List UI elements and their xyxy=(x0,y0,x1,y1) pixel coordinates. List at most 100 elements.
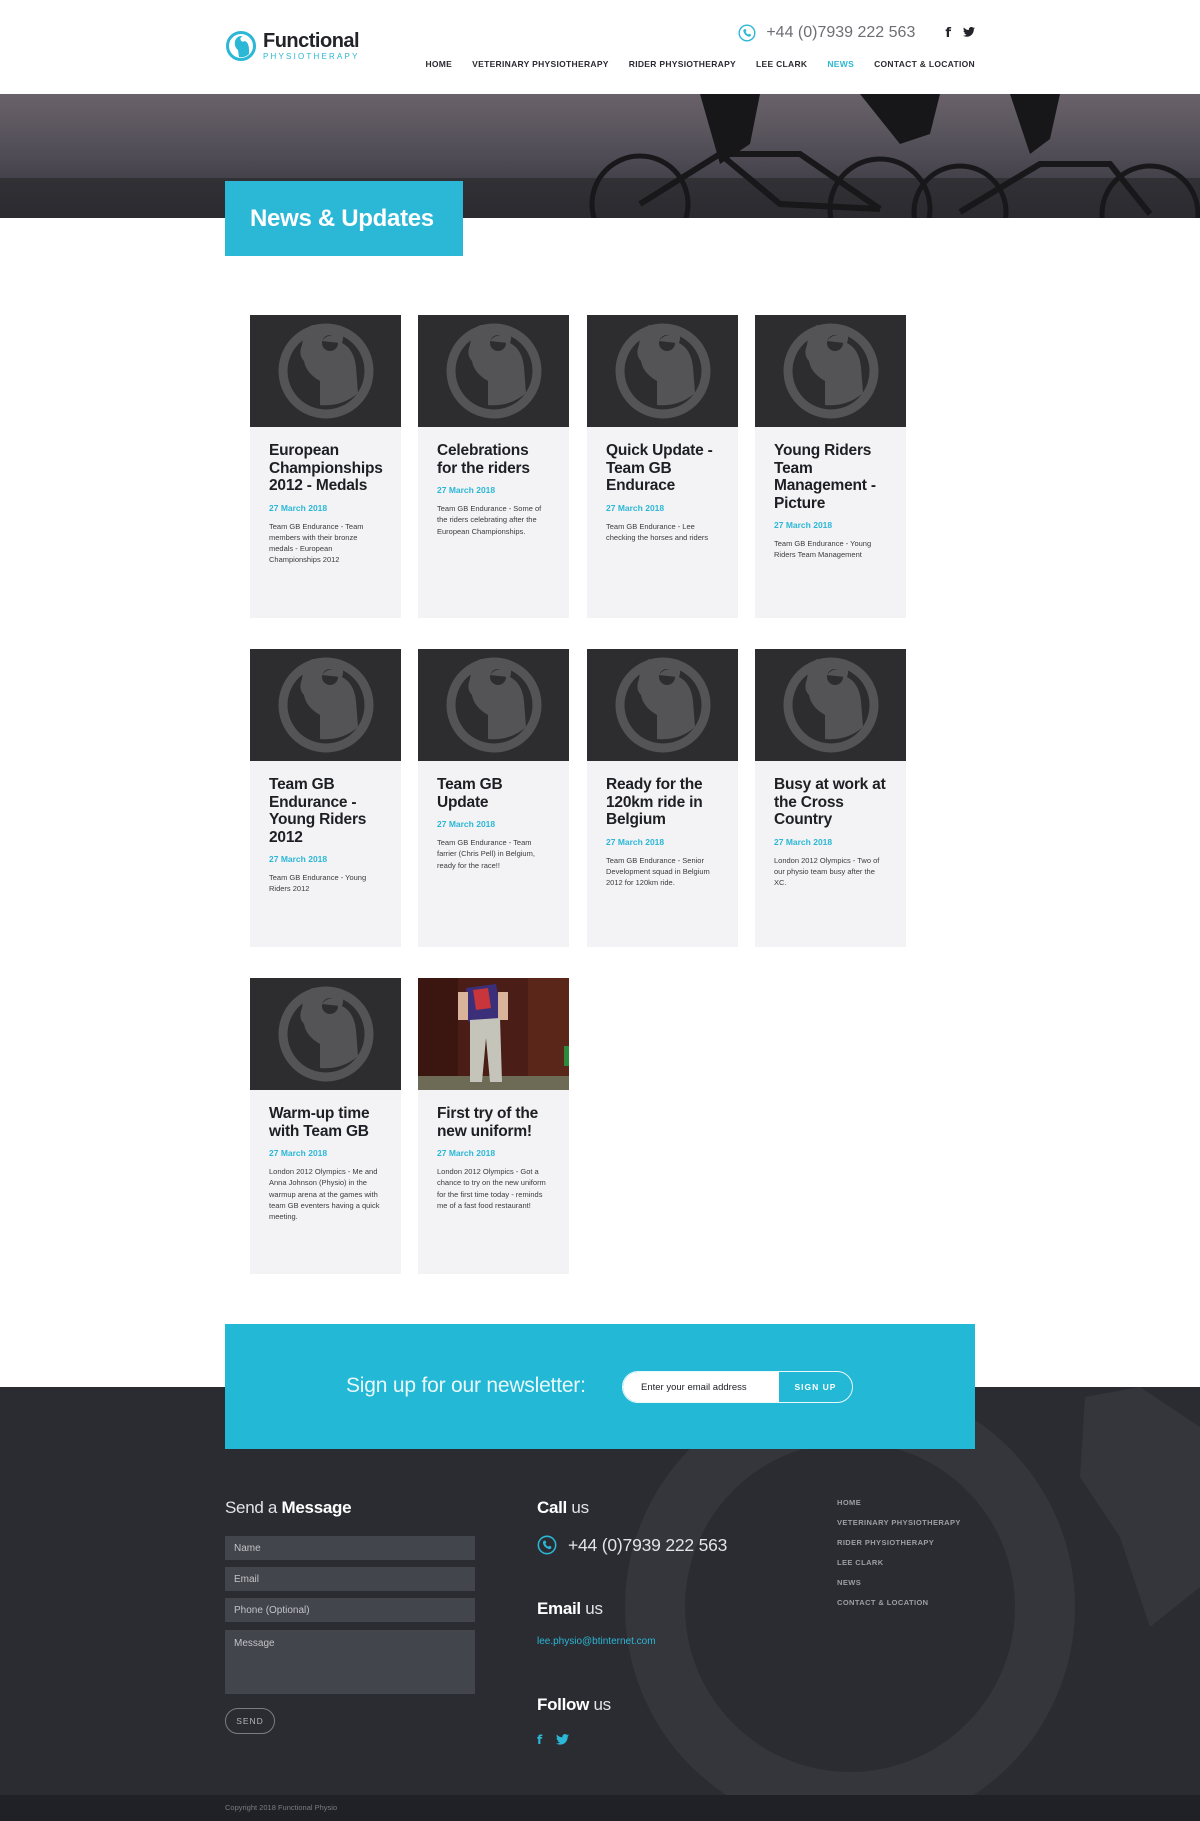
footer-facebook-icon[interactable]: f xyxy=(537,1733,542,1747)
news-card-date: 27 March 2018 xyxy=(269,854,328,864)
news-card-title[interactable]: Ready for the 120km ride in Belgium xyxy=(606,776,720,829)
news-card-title[interactable]: European Championships 2012 - Medals xyxy=(269,442,383,495)
news-card-summary: Team GB Endurance - Some of the riders c… xyxy=(437,504,542,536)
news-card[interactable]: Busy at work at the Cross Country 27 Marc… xyxy=(755,649,906,947)
news-card-date: 27 March 2018 xyxy=(269,1148,328,1158)
footer-nav-home[interactable]: HOME xyxy=(837,1498,961,1507)
news-card-title[interactable]: Warm-up time with Team GB xyxy=(269,1105,383,1140)
copyright-bar xyxy=(0,1795,1200,1821)
news-card-summary: London 2012 Olympics - Got a chance to t… xyxy=(437,1167,546,1210)
news-card-title[interactable]: Celebrations for the riders xyxy=(437,442,551,477)
news-card-image[interactable] xyxy=(250,978,401,1090)
news-card-body: Young Riders Team Management - Picture 27… xyxy=(755,427,906,561)
nav-item-contact-location[interactable]: CONTACT & LOCATION xyxy=(874,59,975,69)
newsletter-label: Sign up for our newsletter: xyxy=(346,1374,586,1397)
footer-nav: HOME VETERINARY PHYSIOTHERAPY RIDER PHYS… xyxy=(837,1498,961,1618)
news-card-summary: London 2012 Olympics - Two of our physio… xyxy=(774,855,880,888)
newsletter-signup-button[interactable]: SIGN UP xyxy=(779,1372,852,1402)
footer-nav-rider-physiotherapy[interactable]: RIDER PHYSIOTHERAPY xyxy=(837,1538,961,1547)
nav-item-lee-clark[interactable]: LEE CLARK xyxy=(756,59,807,69)
logo-title: Functional xyxy=(263,30,360,52)
news-card[interactable]: Young Riders Team Management - Picture 27… xyxy=(755,315,906,618)
news-card[interactable]: Team GB Endurance - Young Riders 2012 27 … xyxy=(250,649,401,947)
news-card-title[interactable]: Team GB Endurance - Young Riders 2012 xyxy=(269,776,383,846)
send-message-heading: Send a Message xyxy=(225,1498,352,1518)
logo-placeholder-icon xyxy=(278,657,373,753)
news-card-date: 27 March 2018 xyxy=(606,502,665,513)
twitter-icon[interactable] xyxy=(963,26,975,41)
logo-placeholder-icon xyxy=(615,657,710,753)
nav-item-news[interactable]: NEWS xyxy=(827,59,854,69)
footer-phone[interactable]: +44 (0)7939 222 563 xyxy=(568,1535,727,1556)
footer-phone-icon xyxy=(537,1535,557,1555)
news-card[interactable]: Team GB Update 27 March 2018 Team GB Endur… xyxy=(418,649,569,947)
news-card-image[interactable] xyxy=(418,978,569,1090)
email-field[interactable] xyxy=(225,1567,475,1591)
news-card-title[interactable]: Team GB Update xyxy=(437,776,551,811)
news-card-title[interactable]: Quick Update - Team GB Endurace xyxy=(606,442,720,495)
nav-item-home[interactable]: HOME xyxy=(425,59,452,69)
news-card-image[interactable] xyxy=(755,315,906,427)
news-card[interactable]: Celebrations for the riders 27 March 2018… xyxy=(418,315,569,618)
phone-icon xyxy=(738,24,756,42)
logo-tagline: PHYSIOTHERAPY xyxy=(263,52,360,61)
nav-item-rider-physiotherapy[interactable]: RIDER PHYSIOTHERAPY xyxy=(629,59,736,69)
logo-placeholder-icon xyxy=(783,657,878,753)
footer-email-link[interactable]: lee.physio@btinternet.com xyxy=(537,1636,656,1647)
name-field[interactable] xyxy=(225,1536,475,1560)
news-card-title[interactable]: First try of the new uniform! xyxy=(437,1105,551,1140)
nav-item-veterinary-physiotherapy[interactable]: VETERINARY PHYSIOTHERAPY xyxy=(472,59,609,69)
footer-nav-contact-location[interactable]: CONTACT & LOCATION xyxy=(837,1598,961,1607)
news-card[interactable]: European Championships 2012 - Medals 27 M… xyxy=(250,315,401,618)
news-card[interactable]: First try of the new uniform! 27 March 20… xyxy=(418,978,569,1274)
copyright-text: Copyright 2018 Functional Physio xyxy=(225,1803,338,1812)
send-message-heading-bold: Message xyxy=(281,1498,352,1517)
footer-nav-news[interactable]: NEWS xyxy=(837,1578,961,1587)
send-button[interactable]: SEND xyxy=(225,1708,275,1734)
news-card-image[interactable] xyxy=(587,315,738,427)
footer-nav-veterinary-physiotherapy[interactable]: VETERINARY PHYSIOTHERAPY xyxy=(837,1518,961,1527)
news-card-image[interactable] xyxy=(250,315,401,427)
footer-nav-lee-clark[interactable]: LEE CLARK xyxy=(837,1558,961,1567)
newsletter-banner: Sign up for our newsletter: SIGN UP xyxy=(225,1324,975,1449)
news-card[interactable]: Quick Update - Team GB Endurace 27 March … xyxy=(587,315,738,618)
news-card-image[interactable] xyxy=(587,649,738,761)
article-photo-image xyxy=(418,978,569,1090)
news-card-title[interactable]: Young Riders Team Management - Picture xyxy=(774,442,888,512)
news-card-body: Busy at work at the Cross Country 27 Marc… xyxy=(755,761,906,888)
newsletter-email-input[interactable] xyxy=(623,1372,779,1402)
send-message-heading-light: Send a xyxy=(225,1498,278,1517)
facebook-icon[interactable]: f xyxy=(945,26,951,41)
logo-placeholder-icon xyxy=(446,323,541,419)
news-card-body: Ready for the 120km ride in Belgium 27 Ma… xyxy=(587,761,738,888)
news-card-summary: Team GB Endurance - Senior Development s… xyxy=(606,855,710,888)
news-card-body: First try of the new uniform! 27 March 20… xyxy=(418,1090,569,1211)
call-us-heading: Call us xyxy=(537,1498,589,1518)
message-field[interactable] xyxy=(225,1630,475,1694)
call-us-heading-light: us xyxy=(571,1498,589,1517)
news-card-image[interactable] xyxy=(250,649,401,761)
logo-placeholder-icon xyxy=(446,657,541,753)
header-phone[interactable]: +44 (0)7939 222 563 xyxy=(766,24,915,42)
news-card[interactable]: Ready for the 120km ride in Belgium 27 Ma… xyxy=(587,649,738,947)
news-card-date: 27 March 2018 xyxy=(774,520,833,530)
news-card-image[interactable] xyxy=(418,315,569,427)
newsletter-form: SIGN UP xyxy=(622,1371,853,1403)
news-card-image[interactable] xyxy=(418,649,569,761)
news-card-body: Warm-up time with Team GB 27 March 2018 Lo… xyxy=(250,1090,401,1222)
email-us-heading-bold: Email xyxy=(537,1599,581,1618)
phone-field[interactable] xyxy=(225,1598,475,1622)
news-card-image[interactable] xyxy=(755,649,906,761)
news-card[interactable]: Warm-up time with Team GB 27 March 2018 Lo… xyxy=(250,978,401,1274)
hero-cyclists-image xyxy=(0,94,1200,218)
hero-banner xyxy=(0,94,1200,218)
news-card-body: Celebrations for the riders 27 March 2018… xyxy=(418,427,569,537)
logo-placeholder-icon xyxy=(783,323,878,419)
logo-icon xyxy=(226,31,256,61)
footer-twitter-icon[interactable] xyxy=(556,1734,569,1748)
news-card-summary: Team GB Endurance - Young Riders 2012 xyxy=(269,873,367,894)
follow-us-heading-light: us xyxy=(593,1695,611,1714)
news-card-title[interactable]: Busy at work at the Cross Country xyxy=(774,776,888,829)
site-logo[interactable]: Functional PHYSIOTHERAPY xyxy=(225,30,360,62)
page-title: News & Updates xyxy=(250,204,434,232)
